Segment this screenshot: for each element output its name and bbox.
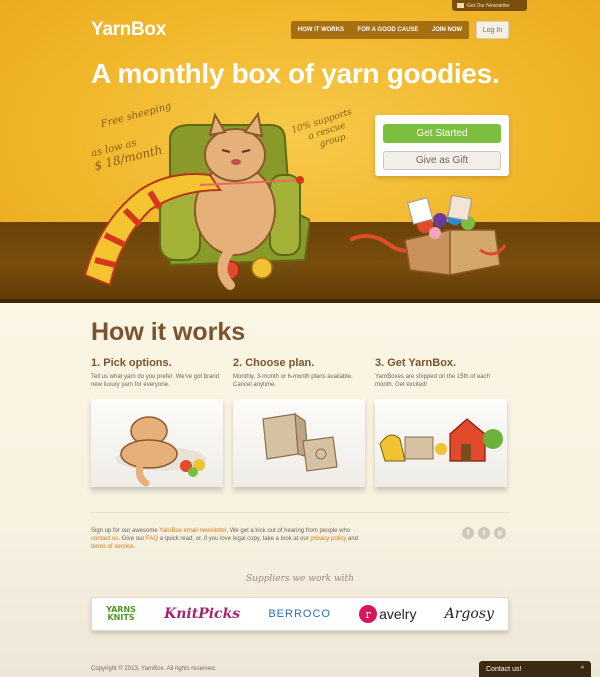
step-pick-options: 1. Pick options. Tell us what yarn do yo…: [91, 357, 224, 487]
step-title: 3. Get YarnBox.: [375, 357, 457, 369]
nav-good-cause[interactable]: FOR A GOOD CAUSE: [358, 27, 419, 33]
chevron-up-icon: ^: [580, 665, 584, 673]
newsletter-tab-label: Get Our Newsletter: [467, 2, 510, 9]
step-image-boxes: [233, 399, 365, 487]
terms-link[interactable]: terms of service: [91, 544, 133, 550]
logo[interactable]: YarnBox: [91, 19, 166, 41]
cat-knitting-illustration: [83, 111, 310, 290]
envelope-icon: [457, 3, 464, 8]
step-title: 2. Choose plan.: [233, 357, 315, 369]
step-choose-plan: 2. Choose plan. Monthly, 3-month or 6-mo…: [233, 357, 366, 487]
login-button[interactable]: Log In: [476, 21, 509, 39]
main-nav: HOW IT WORKS FOR A GOOD CAUSE JOIN NOW: [291, 21, 469, 39]
step-text: Monthly, 3-month or 6-month plans availa…: [233, 374, 353, 388]
nav-how-it-works[interactable]: HOW IT WORKS: [298, 27, 344, 33]
step-image-cat: [91, 399, 223, 487]
signup-text: a quick read, or, if you love legal copy…: [158, 536, 311, 542]
ravelry-text: avelry: [379, 606, 417, 622]
step-get-yarnbox: 3. Get YarnBox. YarnBoxes are shipped on…: [375, 357, 508, 487]
pinterest-icon[interactable]: p: [494, 527, 506, 539]
signup-text: . We get a kick out of hearing from peop…: [226, 528, 351, 534]
privacy-link[interactable]: privacy policy: [310, 536, 346, 542]
faq-link[interactable]: FAQ: [146, 536, 158, 542]
supplier-argosy-logo[interactable]: Argosy: [445, 606, 494, 622]
step-image-delivery: [375, 399, 507, 487]
copyright: Copyright © 2013, YarnBox. All rights re…: [91, 666, 217, 672]
step-text: Tell us what yarn do you prefer. We've g…: [91, 374, 220, 388]
facebook-icon[interactable]: f: [462, 527, 474, 539]
hero-banner: Get Our Newsletter YarnBox HOW IT WORKS …: [0, 0, 600, 303]
contact-us-tab[interactable]: Contact us! ^: [479, 661, 591, 677]
yarn-box-illustration: [350, 195, 507, 276]
supplier-ravelry-logo[interactable]: r avelry: [359, 605, 416, 623]
signup-text: .: [133, 544, 136, 550]
supplier-logo-line: KNITS: [107, 613, 135, 622]
signup-text: and: [346, 536, 359, 542]
how-it-works-title: How it works: [91, 318, 246, 346]
cta-card: Get Started Give as Gift: [375, 115, 509, 176]
signup-text: Sign up for our awesome: [91, 528, 160, 534]
supplier-yarns-knits-logo[interactable]: YARNS KNITS: [106, 606, 136, 622]
newsletter-signup-text: Sign up for our awesome YarnBox email ne…: [91, 527, 361, 551]
suppliers-logos: YARNS KNITS KnitPicks BERROCO r avelry A…: [91, 597, 509, 631]
section-divider: [91, 512, 509, 513]
contact-us-label: Contact us!: [486, 665, 522, 673]
step-title: 1. Pick options.: [91, 357, 172, 369]
ravelry-r-icon: r: [359, 605, 378, 623]
hero-headline: A monthly box of yarn goodies.: [91, 58, 500, 89]
newsletter-tab[interactable]: Get Our Newsletter: [452, 0, 527, 11]
supplier-knitpicks-logo[interactable]: KnitPicks: [164, 606, 240, 622]
twitter-icon[interactable]: t: [478, 527, 490, 539]
get-started-button[interactable]: Get Started: [383, 124, 501, 143]
nav-join-now[interactable]: JOIN NOW: [432, 27, 462, 33]
supplier-berroco-logo[interactable]: BERROCO: [268, 608, 331, 620]
give-gift-button[interactable]: Give as Gift: [383, 151, 501, 170]
suppliers-heading: Suppliers we work with: [246, 574, 354, 584]
newsletter-link[interactable]: YarnBox email newsletter: [159, 528, 226, 534]
step-text: YarnBoxes are shipped on the 15th of eac…: [375, 374, 490, 388]
signup-text: . Give our: [118, 536, 147, 542]
contact-link[interactable]: contact us: [91, 536, 118, 542]
